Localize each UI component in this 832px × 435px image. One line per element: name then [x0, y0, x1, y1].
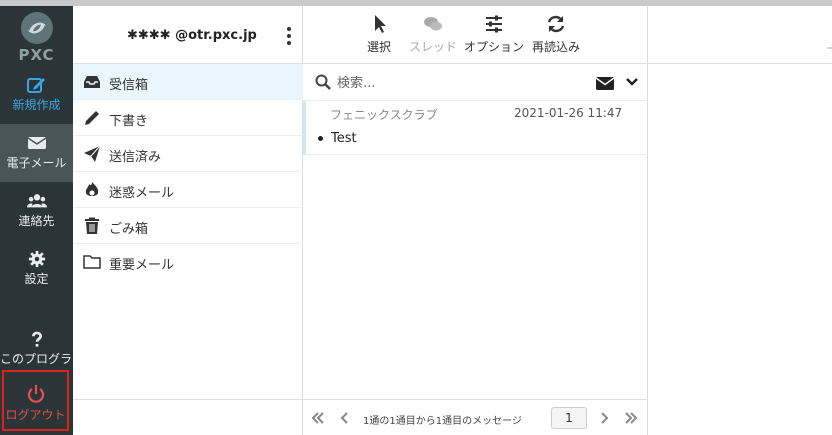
nav-contacts[interactable]: 連絡先 — [0, 182, 73, 240]
folder-icon — [83, 255, 101, 269]
last-page-icon[interactable] — [624, 411, 638, 425]
logo-text: PXC — [18, 46, 55, 64]
unread-dot-icon — [318, 136, 323, 141]
nav-settings-label: 設定 — [24, 272, 49, 286]
pagination-text: 1通の1通目から1通目のメッセージ — [363, 416, 522, 427]
next-page-icon[interactable] — [597, 411, 611, 425]
first-page-icon[interactable] — [311, 411, 325, 425]
folder-junk[interactable]: 迷惑メール — [73, 172, 303, 208]
question-icon — [31, 331, 42, 347]
webmail-app: PXC 新規作成 電子メール 連絡先 設定 このプログラ ログアウト ✱✱✱✱ … — [0, 6, 832, 435]
kebab-menu-icon[interactable] — [285, 26, 293, 46]
logo: PXC — [0, 6, 73, 64]
message-list-pane: 選択 スレッド オプション 再読込み 検索... フェニックスクラブ 2021-… — [303, 6, 648, 435]
folder-drafts[interactable]: 下書き — [73, 100, 303, 136]
refresh-button[interactable]: 再読込み — [532, 14, 580, 55]
inbox-icon — [84, 76, 100, 88]
envelope-icon — [27, 137, 46, 149]
sliders-icon — [486, 15, 502, 33]
search-input[interactable] — [337, 72, 577, 94]
fire-icon — [85, 182, 99, 196]
nav-contacts-label: 連絡先 — [18, 214, 55, 228]
envelope-icon[interactable] — [595, 75, 615, 91]
folder-label: ごみ箱 — [109, 222, 149, 237]
folder-important[interactable]: 重要メール — [73, 244, 303, 280]
logout-label: ログアウト — [5, 408, 66, 422]
folder-trash[interactable]: ごみ箱 — [73, 208, 303, 244]
preview-header: ー — [648, 6, 832, 64]
message-subject: Test — [331, 131, 357, 146]
nav-mail-label: 電子メール — [6, 156, 67, 170]
gear-icon — [28, 250, 45, 268]
cursor-icon — [375, 15, 386, 33]
search-bar — [303, 64, 648, 101]
nav-compose[interactable]: 新規作成 — [0, 66, 73, 124]
nav-settings[interactable]: 設定 — [0, 240, 73, 298]
select-button[interactable]: 選択 — [367, 14, 391, 55]
folder-label: 迷惑メール — [109, 186, 175, 201]
thread-label: スレッド — [409, 40, 458, 54]
nav-mail[interactable]: 電子メール — [0, 124, 73, 182]
folder-label: 下書き — [109, 114, 149, 129]
refresh-icon — [547, 15, 565, 33]
select-label: 選択 — [367, 40, 392, 54]
preview-header-text: ー — [826, 42, 832, 55]
refresh-label: 再読込み — [532, 40, 581, 54]
pencil-icon — [85, 111, 99, 125]
message-row[interactable]: フェニックスクラブ 2021-01-26 11:47 Test — [303, 101, 648, 155]
folder-inbox[interactable]: 受信箱 — [73, 64, 303, 100]
folder-pane: ✱✱✱✱ @otr.pxc.jp 受信箱 下書き 送信済み 迷惑メール ごみ箱 … — [73, 6, 303, 435]
compose-icon — [26, 78, 45, 93]
paper-plane-icon — [84, 145, 101, 162]
folder-label: 重要メール — [109, 258, 175, 273]
power-icon — [27, 385, 44, 403]
logout-button[interactable]: ログアウト — [2, 370, 69, 431]
comments-icon — [424, 17, 442, 31]
nav-about-label: このプログラ… — [0, 352, 73, 366]
options-button[interactable]: オプション — [464, 14, 524, 55]
trash-icon — [85, 217, 99, 234]
toolbar: 選択 スレッド オプション 再読込み — [303, 6, 648, 64]
page-number-input[interactable]: 1 — [551, 407, 587, 429]
account-name: ✱✱✱✱ @otr.pxc.jp — [127, 28, 257, 43]
folder-label: 受信箱 — [109, 78, 149, 93]
preview-pane: ー — [648, 6, 832, 435]
folder-sent[interactable]: 送信済み — [73, 136, 303, 172]
search-icon — [315, 74, 331, 90]
nav-compose-label: 新規作成 — [12, 98, 61, 112]
prev-page-icon[interactable] — [338, 411, 352, 425]
folder-pane-footer — [73, 399, 303, 435]
pagination: 1通の1通目から1通目のメッセージ 1 — [303, 399, 648, 435]
account-header: ✱✱✱✱ @otr.pxc.jp — [73, 6, 303, 64]
thread-button[interactable]: スレッド — [409, 14, 457, 55]
message-date: 2021-01-26 11:47 — [514, 106, 623, 120]
logo-swirl-icon — [20, 12, 53, 44]
options-label: オプション — [464, 40, 525, 54]
chevron-down-icon[interactable] — [626, 77, 638, 87]
users-icon — [26, 194, 47, 208]
message-sender: フェニックスクラブ — [330, 108, 438, 122]
folder-label: 送信済み — [109, 150, 162, 165]
main-nav: PXC 新規作成 電子メール 連絡先 設定 このプログラ ログアウト — [0, 6, 73, 435]
